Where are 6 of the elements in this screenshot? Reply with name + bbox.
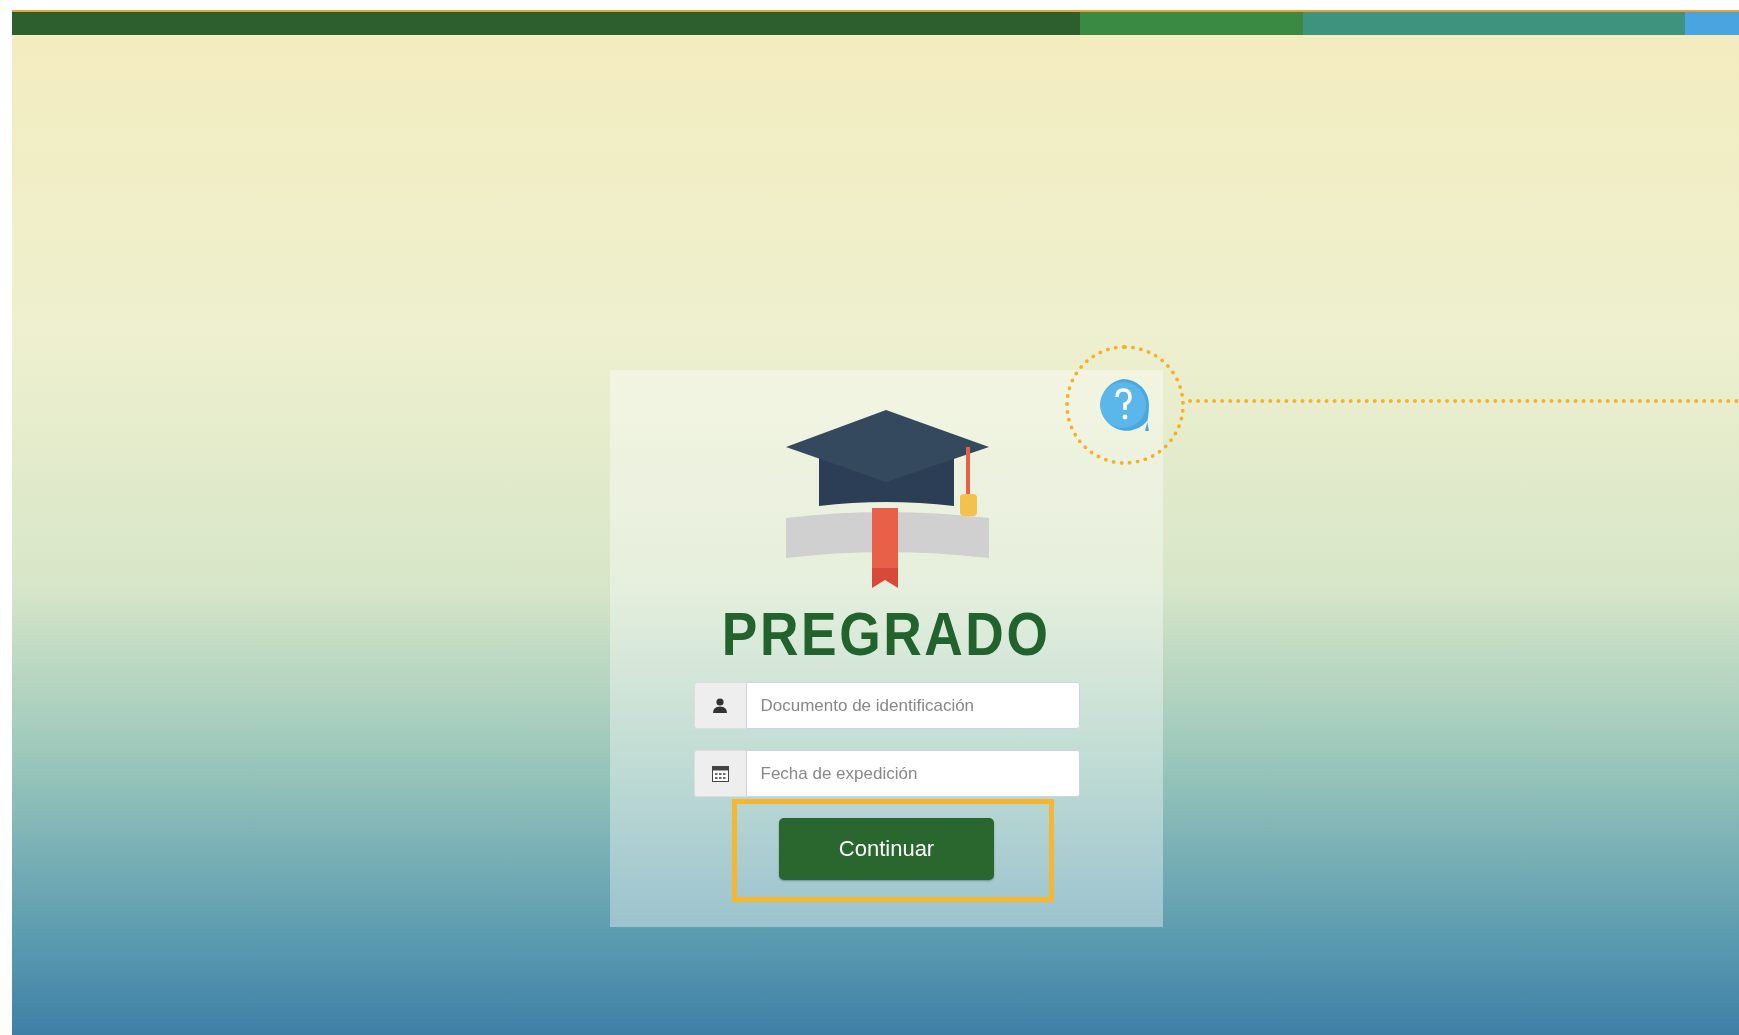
user-icon (713, 698, 727, 713)
input-field[interactable]: Fecha de expedición (745, 750, 1080, 797)
input-field[interactable]: Documento de identificación (745, 682, 1080, 729)
app-title: PREGRADO (722, 600, 1051, 668)
continue-button[interactable]: Continuar (779, 818, 994, 880)
calendar-icon (711, 765, 729, 782)
